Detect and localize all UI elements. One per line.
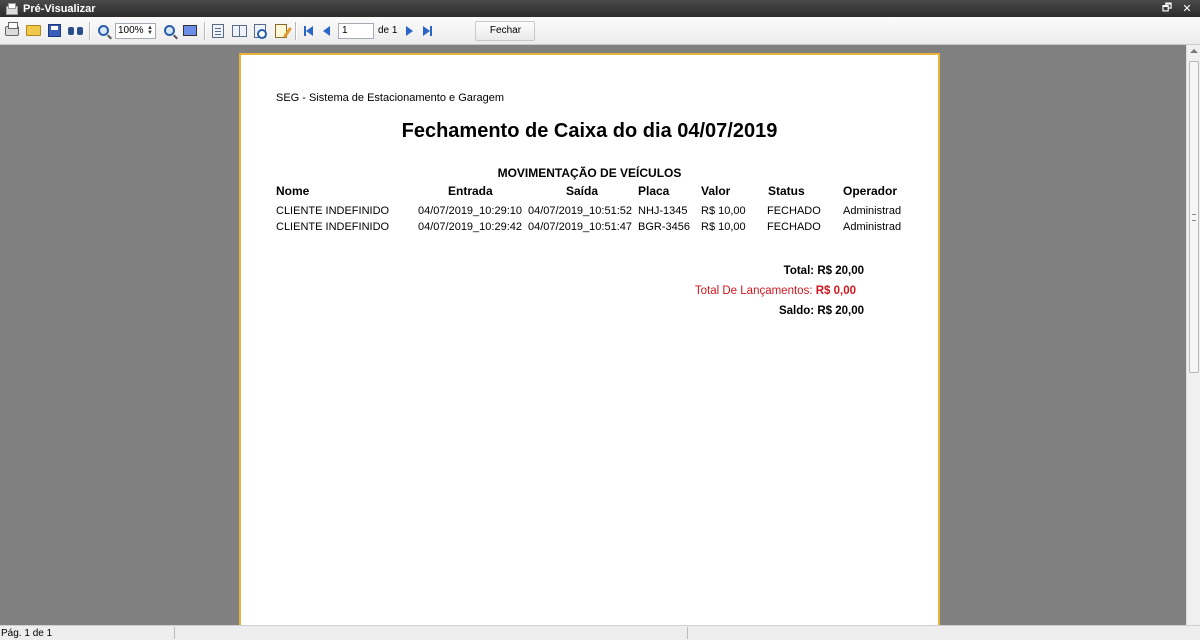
column-header-operador: Operador bbox=[843, 184, 898, 198]
single-page-icon[interactable] bbox=[209, 22, 227, 40]
cell-operador: Administrad bbox=[843, 221, 902, 233]
page-number-input[interactable] bbox=[338, 22, 374, 39]
page-status: Pág. 1 de 1 bbox=[1, 627, 53, 639]
column-header-nome: Nome bbox=[276, 184, 310, 198]
cell-entrada: 04/07/2019_10:29:10 bbox=[418, 205, 522, 217]
full-screen-icon[interactable] bbox=[181, 22, 199, 40]
next-page-icon[interactable] bbox=[401, 23, 417, 39]
status-separator bbox=[174, 627, 175, 639]
cell-nome: CLIENTE INDEFINIDO bbox=[276, 221, 390, 233]
column-header-valor: Valor bbox=[701, 184, 731, 198]
cell-status: FECHADO bbox=[767, 221, 821, 233]
cell-nome: CLIENTE INDEFINIDO bbox=[276, 205, 390, 217]
column-header-entrada: Entrada bbox=[448, 184, 493, 198]
status-bar: Pág. 1 de 1 bbox=[0, 625, 1200, 640]
cell-valor: R$ 10,00 bbox=[701, 221, 746, 233]
title-bar: Pré-Visualizar 🗗 ✕ bbox=[0, 0, 1200, 17]
cell-placa: BGR-3456 bbox=[638, 221, 690, 233]
toolbar-separator bbox=[204, 21, 205, 40]
previous-page-icon[interactable] bbox=[318, 23, 334, 39]
zoom-in-icon[interactable] bbox=[94, 22, 112, 40]
report-page: SEG - Sistema de Estacionamento e Garage… bbox=[239, 53, 940, 625]
company-name: SEG - Sistema de Estacionamento e Garage… bbox=[276, 92, 505, 104]
launches-value: R$ 0,00 bbox=[815, 285, 856, 297]
window-title: Pré-Visualizar bbox=[23, 2, 96, 15]
window-controls: 🗗 ✕ bbox=[1160, 0, 1194, 17]
total-label: Total: bbox=[783, 265, 815, 277]
cell-valor: R$ 10,00 bbox=[701, 205, 746, 217]
save-icon[interactable] bbox=[45, 22, 63, 40]
print-icon[interactable] bbox=[3, 21, 21, 40]
find-icon[interactable] bbox=[66, 22, 84, 40]
page-count-label: de 1 bbox=[378, 25, 398, 36]
scrollbar-thumb[interactable] bbox=[1189, 61, 1199, 373]
app-icon bbox=[4, 2, 18, 16]
cell-saida: 04/07/2019_10:51:47 bbox=[528, 221, 632, 233]
spin-arrows-icon[interactable]: ▲ ▼ bbox=[147, 25, 153, 36]
cell-entrada: 04/07/2019_10:29:42 bbox=[418, 221, 522, 233]
close-window-button[interactable]: ✕ bbox=[1180, 2, 1194, 15]
close-button[interactable]: Fechar bbox=[475, 20, 536, 41]
vertical-scrollbar[interactable] bbox=[1186, 45, 1200, 625]
zoom-select[interactable]: 100% ▲ ▼ bbox=[115, 22, 156, 39]
cell-saida: 04/07/2019_10:51:52 bbox=[528, 205, 632, 217]
cell-placa: NHJ-1345 bbox=[638, 205, 688, 217]
toolbar-separator bbox=[89, 21, 90, 40]
restore-button[interactable]: 🗗 bbox=[1160, 0, 1174, 18]
toolbar: 100% ▲▼ de 1 Fechar bbox=[0, 17, 1200, 45]
column-header-status: Status bbox=[768, 184, 805, 198]
cell-operador: Administrad bbox=[843, 205, 902, 217]
section-title: MOVIMENTAÇÃO DE VEÍCULOS bbox=[497, 166, 682, 180]
zoom-value: 100% bbox=[118, 25, 144, 36]
status-separator bbox=[687, 627, 688, 639]
balance-value: R$ 20,00 bbox=[817, 305, 864, 317]
cell-status: FECHADO bbox=[767, 205, 821, 217]
balance-row: Saldo: R$ 20,00 bbox=[779, 305, 864, 317]
preview-area[interactable]: SEG - Sistema de Estacionamento e Garage… bbox=[0, 45, 1186, 625]
zoom-out-icon[interactable] bbox=[160, 22, 178, 40]
total-row: Total: R$ 20,00 bbox=[784, 265, 864, 277]
open-icon[interactable] bbox=[24, 22, 42, 40]
column-header-saida: Saída bbox=[566, 184, 599, 198]
two-pages-icon[interactable] bbox=[230, 22, 248, 40]
column-header-placa: Placa bbox=[638, 184, 670, 198]
edit-page-icon[interactable] bbox=[272, 22, 290, 40]
last-page-icon[interactable] bbox=[419, 23, 435, 39]
first-page-icon[interactable] bbox=[300, 23, 316, 39]
total-value: R$ 20,00 bbox=[817, 265, 864, 277]
scroll-up-icon[interactable] bbox=[1190, 49, 1198, 53]
report-title: Fechamento de Caixa do dia 04/07/2019 bbox=[401, 120, 778, 142]
toolbar-separator bbox=[295, 21, 296, 40]
page-setup-icon[interactable] bbox=[251, 22, 269, 40]
balance-label: Saldo: bbox=[778, 305, 815, 317]
launches-row: Total De Lançamentos: R$ 0,00 bbox=[695, 285, 856, 297]
launches-label: Total De Lançamentos: bbox=[694, 285, 813, 297]
